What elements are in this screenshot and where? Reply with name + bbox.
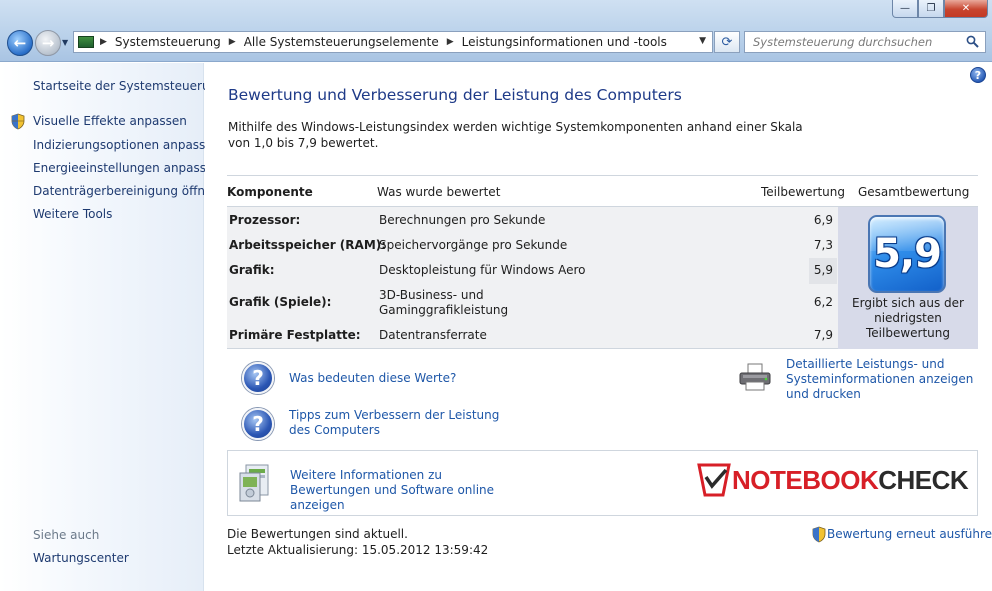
back-button[interactable]: ← bbox=[7, 30, 33, 56]
table-row-rated: Berechnungen pro Sekunde bbox=[379, 213, 546, 227]
refresh-icon: ⟳ bbox=[721, 34, 733, 50]
column-header-rated: Was wurde bewertet bbox=[377, 185, 501, 199]
address-dropdown-icon[interactable]: ▼ bbox=[699, 36, 706, 46]
detailed-system-info-link[interactable]: Detaillierte Leistungs- und Systeminform… bbox=[786, 357, 982, 402]
table-row-component: Prozessor: bbox=[229, 213, 301, 227]
recent-pages-dropdown-icon[interactable]: ▼ bbox=[62, 38, 68, 47]
logo-word-notebook: NOTEBOOK bbox=[732, 465, 879, 495]
table-row-component: Grafik: bbox=[229, 263, 275, 277]
main-content: ? Bewertung und Verbesserung der Leistun… bbox=[205, 63, 992, 591]
question-icon: ? bbox=[242, 362, 274, 394]
refresh-button[interactable]: ⟳ bbox=[714, 31, 740, 53]
sidebar-item-visual-effects[interactable]: Visuelle Effekte anpassen bbox=[33, 114, 187, 128]
chevron-right-icon[interactable]: ▶ bbox=[447, 37, 454, 47]
base-score-panel: 5,9 Ergibt sich aus der niedrigsten Teil… bbox=[838, 207, 978, 349]
score-table: Komponente Was wurde bewertet Teilbewert… bbox=[227, 175, 978, 349]
base-score-badge: 5,9 bbox=[868, 215, 946, 293]
base-score-value: 5,9 bbox=[873, 231, 942, 277]
forward-button[interactable]: → bbox=[35, 30, 61, 56]
arrow-left-icon: ← bbox=[13, 34, 27, 52]
rerun-assessment-link[interactable]: Bewertung erneut ausführen bbox=[827, 527, 992, 541]
sidebar-item-action-center[interactable]: Wartungscenter bbox=[33, 551, 129, 565]
table-row-rated: 3D-Business- und Gaminggrafikleistung bbox=[379, 288, 509, 317]
sidebar-item-power-settings[interactable]: Energieeinstellungen anpassen bbox=[33, 161, 221, 175]
sidebar-item-indexing-options[interactable]: Indizierungsoptionen anpassen bbox=[33, 138, 220, 152]
table-row-score: 7,9 bbox=[813, 328, 833, 342]
last-update-timestamp: Letzte Aktualisierung: 15.05.2012 13:59:… bbox=[227, 543, 489, 557]
status-current: Die Bewertungen sind aktuell. bbox=[227, 527, 408, 541]
help-icon[interactable]: ? bbox=[970, 67, 986, 83]
control-panel-icon bbox=[78, 36, 94, 48]
breadcrumb-item[interactable]: Alle Systemsteuerungselemente bbox=[244, 35, 439, 49]
table-row-rated: Desktopleistung für Windows Aero bbox=[379, 263, 586, 277]
table-body: Prozessor: Berechnungen pro Sekunde 6,9 … bbox=[227, 207, 978, 349]
table-row-score: 6,9 bbox=[813, 213, 833, 227]
printer-icon bbox=[739, 363, 771, 391]
address-bar[interactable]: ▶ Systemsteuerung ▶ Alle Systemsteuerung… bbox=[73, 31, 713, 53]
logo-word-check: CHECK bbox=[878, 465, 969, 495]
intro-text: Mithilfe des Windows-Leistungsindex werd… bbox=[228, 120, 803, 150]
sidebar-item-advanced-tools[interactable]: Weitere Tools bbox=[33, 207, 112, 221]
search-icon[interactable] bbox=[966, 35, 979, 48]
notebookcheck-check-icon bbox=[697, 463, 731, 497]
page-title: Bewertung und Verbesserung der Leistung … bbox=[228, 86, 682, 104]
base-score-caption: Ergibt sich aus der niedrigsten Teilbewe… bbox=[852, 296, 964, 340]
breadcrumb-item[interactable]: Systemsteuerung bbox=[115, 35, 221, 49]
sidebar-item-control-panel-home[interactable]: Startseite der Systemsteuerung bbox=[33, 79, 225, 93]
table-row-score: 7,3 bbox=[813, 238, 833, 252]
table-header: Komponente Was wurde bewertet Teilbewert… bbox=[227, 175, 978, 207]
online-ratings-info-link[interactable]: Weitere Informationen zu Bewertungen und… bbox=[290, 468, 520, 513]
online-info-box: Weitere Informationen zu Bewertungen und… bbox=[227, 450, 978, 516]
sidebar-item-disk-cleanup[interactable]: Datenträgerbereinigung öffnen bbox=[33, 184, 220, 198]
table-row-rated: Speichervorgänge pro Sekunde bbox=[379, 238, 568, 252]
search-box[interactable] bbox=[744, 31, 986, 53]
shield-icon bbox=[11, 113, 25, 130]
question-icon: ? bbox=[242, 408, 274, 440]
sidebar: Startseite der Systemsteuerung Visuelle … bbox=[0, 63, 225, 591]
notebookcheck-logo: NOTEBOOKCHECK bbox=[694, 459, 969, 503]
column-header-subscore: Teilbewertung bbox=[761, 185, 846, 199]
status-text: Die Bewertungen sind aktuell. Letzte Akt… bbox=[227, 526, 488, 558]
table-row-score: 6,2 bbox=[813, 295, 833, 309]
window-controls: — ❐ ✕ bbox=[892, 0, 988, 18]
table-row-component: Arbeitsspeicher (RAM): bbox=[229, 238, 387, 252]
table-row-component: Primäre Festplatte: bbox=[229, 328, 361, 342]
what-do-scores-mean-link[interactable]: Was bedeuten diese Werte? bbox=[289, 371, 456, 386]
column-header-basescore: Gesamtbewertung bbox=[858, 185, 970, 199]
breadcrumb-item[interactable]: Leistungsinformationen und -tools bbox=[462, 35, 667, 49]
minimize-button[interactable]: — bbox=[892, 0, 918, 18]
close-button[interactable]: ✕ bbox=[944, 0, 988, 18]
search-input[interactable] bbox=[753, 35, 953, 49]
window-titlebar: — ❐ ✕ ← → ▼ ▶ Systemsteuerung ▶ Alle Sys… bbox=[0, 0, 992, 62]
table-row-component: Grafik (Spiele): bbox=[229, 295, 332, 309]
maximize-button[interactable]: ❐ bbox=[918, 0, 944, 18]
chevron-right-icon[interactable]: ▶ bbox=[229, 37, 236, 47]
notebookcheck-wordmark: NOTEBOOKCHECK bbox=[732, 465, 969, 496]
column-header-component: Komponente bbox=[227, 185, 313, 199]
chevron-right-icon[interactable]: ▶ bbox=[100, 37, 107, 47]
software-box-icon bbox=[239, 464, 269, 502]
improve-performance-tips-link[interactable]: Tipps zum Verbessern der Leistung des Co… bbox=[289, 408, 519, 438]
shield-icon bbox=[812, 526, 826, 543]
arrow-right-icon: → bbox=[41, 34, 55, 52]
table-row-score: 5,9 bbox=[813, 263, 833, 277]
table-row-rated: Datentransferrate bbox=[379, 328, 487, 342]
see-also-heading: Siehe auch bbox=[33, 528, 100, 542]
